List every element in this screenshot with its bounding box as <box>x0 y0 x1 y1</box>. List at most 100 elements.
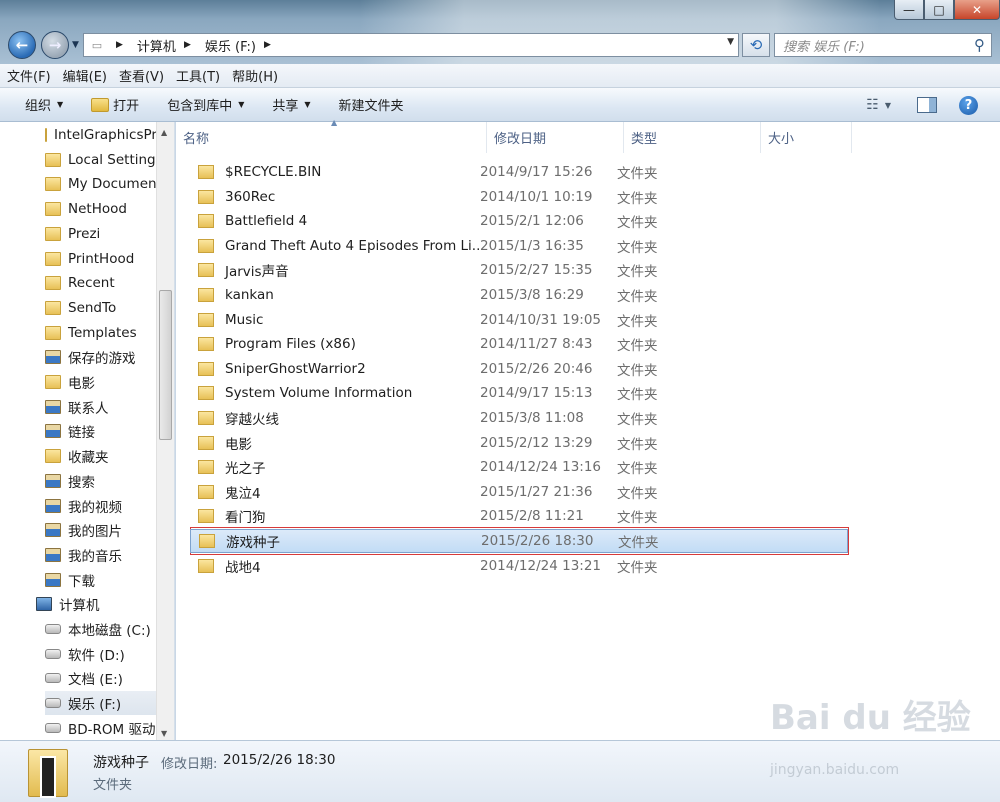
file-row[interactable]: Jarvis声音 2015/2/27 15:35 文件夹 <box>190 258 848 282</box>
file-row[interactable]: Grand Theft Auto 4 Episodes From Li... 20… <box>190 234 848 258</box>
folder-icon <box>198 214 214 229</box>
file-date: 2015/2/8 11:21 <box>480 508 584 525</box>
file-row[interactable]: $RECYCLE.BIN 2014/9/17 15:26 文件夹 <box>190 160 848 184</box>
file-name: Jarvis声音 <box>225 264 289 281</box>
nav-item-label: Local Settings <box>68 151 163 168</box>
file-date: 2015/2/12 13:29 <box>480 434 593 451</box>
file-date: 2015/2/1 12:06 <box>480 213 584 230</box>
file-name: Program Files (x86) <box>225 336 356 353</box>
organize-button[interactable]: 组织 ▼ <box>25 95 63 114</box>
file-row[interactable]: System Volume Information 2014/9/17 15:13… <box>190 381 848 405</box>
file-type: 文件夹 <box>617 215 658 232</box>
scroll-up-icon[interactable]: ▲ <box>161 128 167 137</box>
folder-icon <box>198 263 214 278</box>
address-bar[interactable]: ▭ ▶ 计算机 ▶ 娱乐 (F:) ▶ ▼ <box>83 33 739 57</box>
folder-icon <box>198 509 214 524</box>
chevron-right-icon: ▶ <box>116 40 123 50</box>
recent-pages-dropdown[interactable]: ▼ <box>72 40 79 50</box>
nav-item-label: 搜索 <box>68 474 95 491</box>
file-row[interactable]: 光之子 2014/12/24 13:16 文件夹 <box>190 455 848 479</box>
nav-item[interactable]: 计算机 <box>36 592 174 616</box>
nav-item-label: Prezi <box>68 225 101 242</box>
file-name-cell: 360Rec <box>190 189 480 205</box>
file-type: 文件夹 <box>617 387 658 404</box>
maximize-button[interactable]: □ <box>924 0 954 20</box>
watermark-url: jingyan.baidu.com <box>770 762 900 778</box>
nav-item-label: 我的音乐 <box>68 548 122 565</box>
folder-icon <box>198 189 214 204</box>
nav-item-label: 下载 <box>68 573 95 590</box>
file-row[interactable]: 360Rec 2014/10/1 10:19 文件夹 <box>190 185 848 209</box>
folder-icon <box>45 152 61 167</box>
file-row[interactable]: 游戏种子 2015/2/26 18:30 文件夹 <box>190 529 848 553</box>
menu-tools[interactable]: 工具(T) <box>176 66 220 85</box>
menu-edit[interactable]: 编辑(E) <box>63 66 107 85</box>
navigation-pane: IntelGraphicsProfilesLocal SettingsMy Do… <box>0 122 175 740</box>
include-in-library-button[interactable]: 包含到库中 ▼ <box>167 95 244 114</box>
close-button[interactable]: ✕ <box>954 0 1000 20</box>
file-row[interactable]: 战地4 2014/12/24 13:21 文件夹 <box>190 554 848 578</box>
arrow-right-icon: → <box>48 36 62 54</box>
navigation-scrollbar[interactable]: ▲ ▼ <box>156 122 174 740</box>
share-button[interactable]: 共享 ▼ <box>272 95 310 114</box>
preview-pane-icon[interactable] <box>917 97 937 113</box>
help-icon[interactable]: ? <box>959 95 978 115</box>
column-header-type[interactable]: 类型 <box>624 122 761 153</box>
view-details-icon[interactable]: ☷ <box>866 97 879 113</box>
minimize-button[interactable]: — <box>894 0 924 20</box>
menu-file[interactable]: 文件(F) <box>7 66 51 85</box>
file-type: 文件夹 <box>617 264 658 281</box>
address-history-dropdown[interactable]: ▼ <box>727 37 734 47</box>
file-date: 2015/1/3 16:35 <box>480 237 584 254</box>
file-date: 2015/3/8 16:29 <box>480 287 584 303</box>
file-row[interactable]: 电影 2015/2/12 13:29 文件夹 <box>190 431 848 455</box>
dropdown-arrow-icon: ▼ <box>57 100 64 109</box>
file-type: 文件夹 <box>617 362 658 379</box>
file-row[interactable]: 穿越火线 2015/3/8 11:08 文件夹 <box>190 406 848 430</box>
forward-button[interactable]: → <box>41 31 69 59</box>
file-name-cell: 穿越火线 <box>190 408 480 428</box>
menu-bar: 文件(F) 编辑(E) 查看(V) 工具(T) 帮助(H) <box>0 64 1000 88</box>
file-name: 游戏种子 <box>226 535 280 551</box>
scrollbar-thumb[interactable] <box>159 290 172 440</box>
nav-item-label: 电影 <box>68 376 95 392</box>
command-bar: 组织 ▼ 打开 包含到库中 ▼ 共享 ▼ 新建文件夹 ☷ ▼ ? <box>0 88 1000 122</box>
breadcrumb-root-arrow[interactable]: ▶ <box>110 40 133 50</box>
column-header-date[interactable]: 修改日期 <box>487 122 624 153</box>
breadcrumb-drive-f[interactable]: 娱乐 (F:) ▶ <box>201 36 281 55</box>
file-type: 文件夹 <box>617 338 658 355</box>
folder-icon <box>45 226 61 241</box>
menu-help[interactable]: 帮助(H) <box>232 66 278 85</box>
menu-view[interactable]: 查看(V) <box>119 66 164 85</box>
file-name: Music <box>225 311 264 328</box>
refresh-button[interactable]: ⟲ <box>742 33 770 57</box>
file-row[interactable]: 看门狗 2015/2/8 11:21 文件夹 <box>190 504 848 528</box>
file-date: 2014/11/27 8:43 <box>480 336 593 353</box>
file-row[interactable]: 鬼泣4 2015/1/27 21:36 文件夹 <box>190 480 848 504</box>
new-folder-button[interactable]: 新建文件夹 <box>339 95 404 114</box>
breadcrumb-computer[interactable]: 计算机 ▶ <box>133 36 201 55</box>
folder-icon <box>198 288 214 302</box>
scroll-down-icon[interactable]: ▼ <box>161 729 167 738</box>
drive-icon <box>45 722 61 733</box>
drive-icon <box>45 673 61 684</box>
file-type: 文件夹 <box>617 190 658 207</box>
file-name: $RECYCLE.BIN <box>225 164 322 180</box>
file-name-cell: SniperGhostWarrior2 <box>190 361 480 377</box>
file-name-cell: 战地4 <box>190 556 480 576</box>
open-button[interactable]: 打开 <box>91 95 139 114</box>
back-button[interactable]: ← <box>8 31 36 59</box>
column-header-size[interactable]: 大小 <box>761 122 852 153</box>
file-row[interactable]: SniperGhostWarrior2 2015/2/26 20:46 文件夹 <box>190 357 848 381</box>
column-header-name[interactable]: ▲ 名称 <box>176 118 487 153</box>
nav-item-label: 软件 (D:) <box>68 647 125 664</box>
search-icon[interactable]: ⚲ <box>974 36 985 54</box>
search-input[interactable]: 搜索 娱乐 (F:) ⚲ <box>774 33 992 57</box>
file-row[interactable]: Program Files (x86) 2014/11/27 8:43 文件夹 <box>190 332 848 356</box>
file-name-cell: 游戏种子 <box>191 531 481 551</box>
file-row[interactable]: Music 2014/10/31 19:05 文件夹 <box>190 308 848 332</box>
file-row[interactable]: kankan 2015/3/8 16:29 文件夹 <box>190 283 848 307</box>
view-dropdown-icon[interactable]: ▼ <box>885 101 891 110</box>
nav-item-label: Templates <box>68 324 137 341</box>
file-row[interactable]: Battlefield 4 2015/2/1 12:06 文件夹 <box>190 209 848 233</box>
